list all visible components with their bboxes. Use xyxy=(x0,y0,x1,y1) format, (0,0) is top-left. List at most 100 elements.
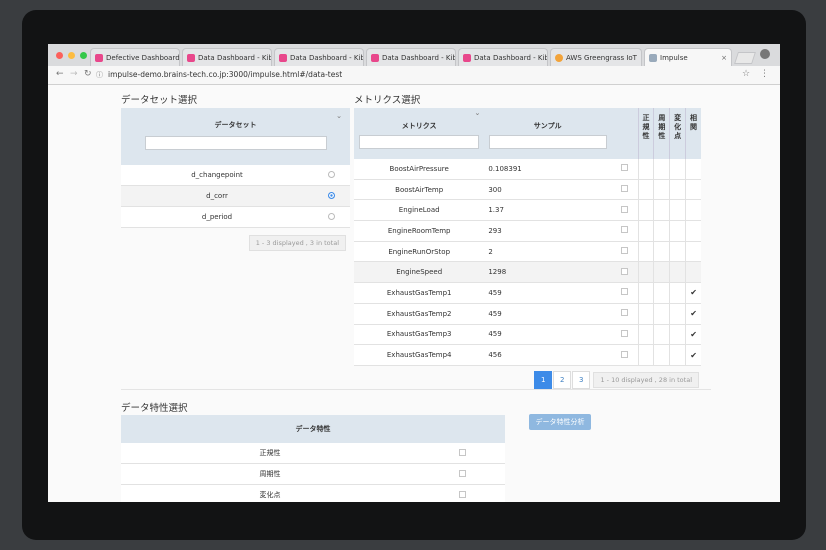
tab-aws-greengrass[interactable]: AWS Greengrass IoT× xyxy=(550,48,642,66)
table-row[interactable]: EngineRoomTemp 293 xyxy=(354,220,701,242)
periodicity-cell xyxy=(653,344,670,366)
dataset-column-header[interactable]: データセット ⌄ xyxy=(121,108,350,165)
periodicity-cell xyxy=(653,241,670,263)
url-field[interactable]: impulse-demo.brains-tech.co.jp:3000/impu… xyxy=(108,70,342,79)
tab-data-dashboard-3[interactable]: Data Dashboard - Kiba× xyxy=(366,48,456,66)
dataset-filter-input[interactable] xyxy=(144,136,327,150)
metric-filter-input[interactable] xyxy=(359,135,480,149)
minimize-window-icon[interactable] xyxy=(68,52,75,59)
bookmark-star-icon[interactable]: ☆ xyxy=(742,69,750,79)
metric-checkbox-cell[interactable] xyxy=(611,261,639,284)
dataset-radio-cell[interactable] xyxy=(313,165,350,186)
metric-checkbox[interactable] xyxy=(620,185,628,193)
table-row[interactable]: ExhaustGasTemp4 456 ✔ xyxy=(354,344,701,366)
sort-chevron-icon[interactable]: ⌄ xyxy=(336,112,342,120)
close-tab-icon[interactable]: × xyxy=(718,54,727,62)
normality-cell xyxy=(637,220,654,242)
sample-filter-input[interactable] xyxy=(488,135,607,149)
page-3-button[interactable]: 3 xyxy=(572,370,591,389)
tab-defective-dashboard[interactable]: Defective Dashboard -× xyxy=(90,48,180,66)
dataset-radio-selected[interactable] xyxy=(328,191,335,199)
table-row[interactable]: d_changepoint xyxy=(121,165,350,186)
new-tab-button[interactable] xyxy=(734,52,756,64)
metric-checkbox[interactable] xyxy=(620,205,628,213)
table-row[interactable]: 正規性 xyxy=(121,443,505,464)
dataset-radio[interactable] xyxy=(328,212,335,220)
table-row[interactable]: EngineLoad 1.37 xyxy=(354,199,701,222)
table-row[interactable]: BoostAirPressure 0.108391 xyxy=(354,159,701,180)
reload-icon[interactable]: ↻ xyxy=(84,69,92,79)
metric-checkbox[interactable] xyxy=(620,226,628,234)
metric-checkbox[interactable] xyxy=(620,267,628,275)
table-row[interactable]: EngineSpeed 1298 xyxy=(354,261,701,284)
page-1-button[interactable]: 1 xyxy=(534,370,553,389)
metric-name: ExhaustGasTemp4 xyxy=(354,344,485,366)
tab-data-dashboard-4[interactable]: Data Dashboard - Kiba× xyxy=(458,48,548,66)
tab-data-dashboard-1[interactable]: Data Dashboard - Kiba× xyxy=(182,48,272,66)
dataset-radio[interactable] xyxy=(328,170,335,178)
table-row[interactable]: ExhaustGasTemp3 459 ✔ xyxy=(354,324,701,346)
metric-checkbox-cell[interactable] xyxy=(611,241,639,263)
back-icon[interactable]: ← xyxy=(56,69,64,79)
table-row[interactable]: ExhaustGasTemp2 459 ✔ xyxy=(354,303,701,325)
close-window-icon[interactable] xyxy=(56,52,63,59)
sort-chevron-icon[interactable]: ⌄ xyxy=(474,109,480,117)
feature-checkbox[interactable] xyxy=(458,448,466,456)
metric-checkbox[interactable] xyxy=(620,288,628,296)
metrics-count: 1 - 10 displayed , 28 in total xyxy=(593,371,699,388)
dataset-radio-cell[interactable] xyxy=(313,206,350,228)
maximize-window-icon[interactable] xyxy=(80,52,87,59)
correlation-check-icon: ✔ xyxy=(685,282,701,304)
feature-checkbox-cell[interactable] xyxy=(419,484,505,502)
window-controls[interactable] xyxy=(56,52,87,59)
table-row[interactable]: d_period xyxy=(121,206,350,228)
metric-checkbox[interactable] xyxy=(620,350,628,358)
feature-name: 周期性 xyxy=(121,463,419,485)
menu-kebab-icon[interactable]: ⋮ xyxy=(760,69,769,79)
kibana-icon xyxy=(463,53,471,62)
tab-impulse[interactable]: Impulse × xyxy=(644,48,732,66)
metric-checkbox-cell[interactable] xyxy=(611,303,639,325)
table-row[interactable]: 周期性 xyxy=(121,463,505,485)
metric-checkbox[interactable] xyxy=(620,164,628,172)
table-row[interactable]: ExhaustGasTemp1 459 ✔ xyxy=(354,282,701,304)
metric-checkbox-cell[interactable] xyxy=(611,179,639,201)
metric-checkbox[interactable] xyxy=(620,247,628,255)
close-tab-icon[interactable]: × xyxy=(637,54,641,62)
feature-checkbox[interactable] xyxy=(458,469,466,477)
table-row[interactable]: BoostAirTemp 300 xyxy=(354,179,701,201)
sample-header-label: サンプル xyxy=(533,122,562,130)
dataset-name: d_corr xyxy=(121,185,313,207)
forward-icon[interactable]: → xyxy=(70,69,78,79)
metric-checkbox[interactable] xyxy=(620,329,628,337)
periodicity-column-header: 周期性 xyxy=(653,108,670,159)
metric-checkbox-cell[interactable] xyxy=(611,199,639,222)
info-icon[interactable]: ⓘ xyxy=(96,70,103,80)
metric-checkbox-cell[interactable] xyxy=(611,159,639,180)
changepoint-cell xyxy=(669,199,686,222)
impulse-icon xyxy=(649,53,657,62)
changepoint-cell xyxy=(669,344,686,366)
feature-checkbox[interactable] xyxy=(458,490,466,498)
metric-checkbox[interactable] xyxy=(620,309,628,317)
analyze-features-button[interactable]: データ特性分析 xyxy=(529,414,591,430)
table-row[interactable]: d_corr xyxy=(121,185,350,207)
metric-checkbox-cell[interactable] xyxy=(611,344,639,366)
feature-checkbox-cell[interactable] xyxy=(419,443,505,464)
metric-column-header[interactable]: メトリクス ⌄ xyxy=(354,108,485,159)
metric-checkbox-cell[interactable] xyxy=(611,220,639,242)
section-divider xyxy=(121,389,711,390)
tab-data-dashboard-2[interactable]: Data Dashboard - Kiba× xyxy=(274,48,364,66)
feature-checkbox-cell[interactable] xyxy=(419,463,505,485)
table-row[interactable]: EngineRunOrStop 2 xyxy=(354,241,701,263)
sample-column-header[interactable]: サンプル xyxy=(484,108,612,159)
correlation-check-icon: ✔ xyxy=(685,324,701,346)
profile-icon[interactable] xyxy=(760,49,770,59)
metric-checkbox-cell[interactable] xyxy=(611,324,639,346)
metric-name: ExhaustGasTemp1 xyxy=(354,282,485,304)
normality-cell xyxy=(637,344,654,366)
table-row[interactable]: 変化点 xyxy=(121,484,505,502)
dataset-radio-cell[interactable] xyxy=(313,185,350,207)
page-2-button[interactable]: 2 xyxy=(553,370,572,389)
metric-checkbox-cell[interactable] xyxy=(611,282,639,304)
